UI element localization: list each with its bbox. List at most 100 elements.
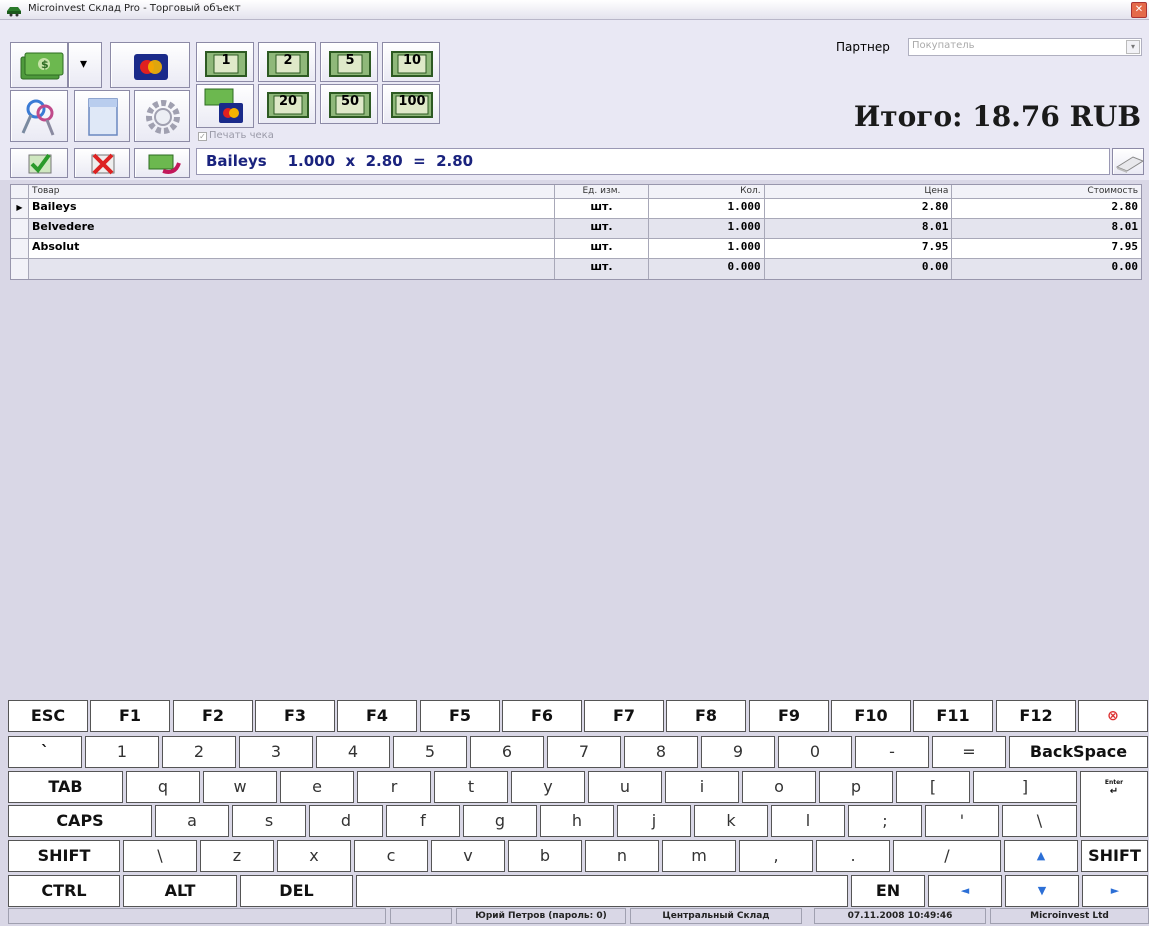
key-j[interactable]: j — [617, 805, 691, 837]
key-f[interactable]: f — [386, 805, 460, 837]
key-f7[interactable]: F7 — [584, 700, 664, 732]
key-i[interactable]: i — [665, 771, 739, 803]
denom-button-10[interactable]: 10 — [382, 42, 440, 82]
key-minus[interactable]: - — [855, 736, 929, 768]
key-v[interactable]: v — [431, 840, 505, 872]
return-cash-button[interactable] — [134, 148, 190, 178]
document-button[interactable] — [74, 90, 130, 142]
key-shift-left[interactable]: SHIFT — [8, 840, 120, 872]
key-backtick[interactable]: ` — [8, 736, 82, 768]
arrow-down-icon[interactable]: ▼ — [1005, 875, 1079, 907]
key-s[interactable]: s — [232, 805, 306, 837]
key-r[interactable]: r — [357, 771, 431, 803]
key-m[interactable]: m — [662, 840, 736, 872]
cell-price[interactable]: 2.80 — [765, 199, 953, 218]
denom-button-100[interactable]: 100 — [382, 84, 440, 124]
print-receipt-checkbox[interactable]: ✓ Печать чека — [198, 130, 274, 141]
cell-price[interactable]: 0.00 — [764, 259, 953, 279]
col-header-unit[interactable]: Ед. изм. — [555, 185, 649, 198]
col-header-price[interactable]: Цена — [765, 185, 953, 198]
denom-button-5[interactable]: 5 — [320, 42, 378, 82]
key-f10[interactable]: F10 — [831, 700, 911, 732]
key-f8[interactable]: F8 — [666, 700, 746, 732]
key-u[interactable]: u — [588, 771, 662, 803]
col-header-qty[interactable]: Кол. — [649, 185, 765, 198]
denom-button-50[interactable]: 50 — [320, 84, 378, 124]
table-row[interactable]: шт. 0.000 0.00 0.00 — [11, 259, 1142, 279]
key-g[interactable]: g — [463, 805, 537, 837]
cash-payment-button[interactable]: $ — [10, 42, 68, 88]
key-q[interactable]: q — [126, 771, 200, 803]
key-e[interactable]: e — [280, 771, 354, 803]
cell-item[interactable]: Belvedere — [28, 219, 556, 238]
table-row[interactable]: Belvedere шт. 1.000 8.01 8.01 — [11, 219, 1142, 239]
key-p[interactable]: p — [819, 771, 893, 803]
scanner-button[interactable] — [1112, 148, 1145, 175]
key-k[interactable]: k — [694, 805, 768, 837]
key-alt[interactable]: ALT — [123, 875, 237, 907]
cell-price[interactable]: 8.01 — [764, 219, 953, 238]
key-shift-right[interactable]: SHIFT — [1081, 840, 1148, 872]
cancel-button[interactable] — [74, 148, 130, 178]
arrow-left-icon[interactable]: ◄ — [928, 875, 1002, 907]
cell-qty[interactable]: 1.000 — [648, 219, 765, 238]
key-equals[interactable]: = — [932, 736, 1006, 768]
key-f3[interactable]: F3 — [255, 700, 335, 732]
key-f4[interactable]: F4 — [337, 700, 417, 732]
key-4[interactable]: 4 — [316, 736, 390, 768]
denom-button-2[interactable]: 2 — [258, 42, 316, 82]
key-ctrl[interactable]: CTRL — [8, 875, 120, 907]
key-n[interactable]: n — [585, 840, 659, 872]
table-row[interactable]: Absolut шт. 1.000 7.95 7.95 — [11, 239, 1141, 259]
key-space[interactable] — [356, 875, 848, 907]
key-l[interactable]: l — [771, 805, 845, 837]
confirm-button[interactable] — [10, 148, 68, 178]
key-b[interactable]: b — [508, 840, 582, 872]
key-enter[interactable]: Enter ↵ — [1080, 771, 1148, 837]
key-9[interactable]: 9 — [701, 736, 775, 768]
col-header-item[interactable]: Товар — [29, 185, 556, 198]
row-selector[interactable] — [11, 239, 29, 258]
key-f2[interactable]: F2 — [173, 700, 253, 732]
key-t[interactable]: t — [434, 771, 508, 803]
key-tab[interactable]: TAB — [8, 771, 123, 803]
key-h[interactable]: h — [540, 805, 614, 837]
key-3[interactable]: 3 — [239, 736, 313, 768]
settings-button[interactable] — [134, 90, 190, 142]
cell-item[interactable]: Absolut — [29, 239, 556, 258]
key-f9[interactable]: F9 — [749, 700, 829, 732]
key-caps[interactable]: CAPS — [8, 805, 152, 837]
key-y[interactable]: y — [511, 771, 585, 803]
key-f1[interactable]: F1 — [90, 700, 170, 732]
key-slash[interactable]: / — [893, 840, 1001, 872]
key-language[interactable]: EN — [851, 875, 925, 907]
key-f11[interactable]: F11 — [913, 700, 993, 732]
payment-type-dropdown[interactable]: ▾ — [68, 42, 102, 88]
key-esc[interactable]: ESC — [8, 700, 88, 732]
arrow-up-icon[interactable]: ▲ — [1004, 840, 1078, 872]
key-z[interactable]: z — [200, 840, 274, 872]
key-w[interactable]: w — [203, 771, 277, 803]
cell-unit[interactable]: шт. — [555, 199, 649, 218]
key-semicolon[interactable]: ; — [848, 805, 922, 837]
key-quote[interactable]: ' — [925, 805, 999, 837]
key-5[interactable]: 5 — [393, 736, 467, 768]
col-header-cost[interactable]: Стоимость — [952, 185, 1141, 198]
close-window-button[interactable]: ✕ — [1131, 2, 1147, 18]
cell-price[interactable]: 7.95 — [765, 239, 953, 258]
key-2[interactable]: 2 — [162, 736, 236, 768]
key-1[interactable]: 1 — [85, 736, 159, 768]
key-7[interactable]: 7 — [547, 736, 621, 768]
denom-button-20[interactable]: 20 — [258, 84, 316, 124]
key-o[interactable]: o — [742, 771, 816, 803]
cell-qty[interactable]: 0.000 — [648, 259, 765, 279]
key-backslash-2[interactable]: \ — [123, 840, 197, 872]
key-6[interactable]: 6 — [470, 736, 544, 768]
login-keys-button[interactable] — [10, 90, 68, 142]
cell-unit[interactable]: шт. — [555, 259, 649, 279]
card-payment-button[interactable] — [110, 42, 190, 88]
key-open-bracket[interactable]: [ — [896, 771, 970, 803]
key-backslash[interactable]: \ — [1002, 805, 1077, 837]
table-row[interactable]: ▶ Baileys шт. 1.000 2.80 2.80 — [11, 199, 1141, 219]
key-x[interactable]: x — [277, 840, 351, 872]
